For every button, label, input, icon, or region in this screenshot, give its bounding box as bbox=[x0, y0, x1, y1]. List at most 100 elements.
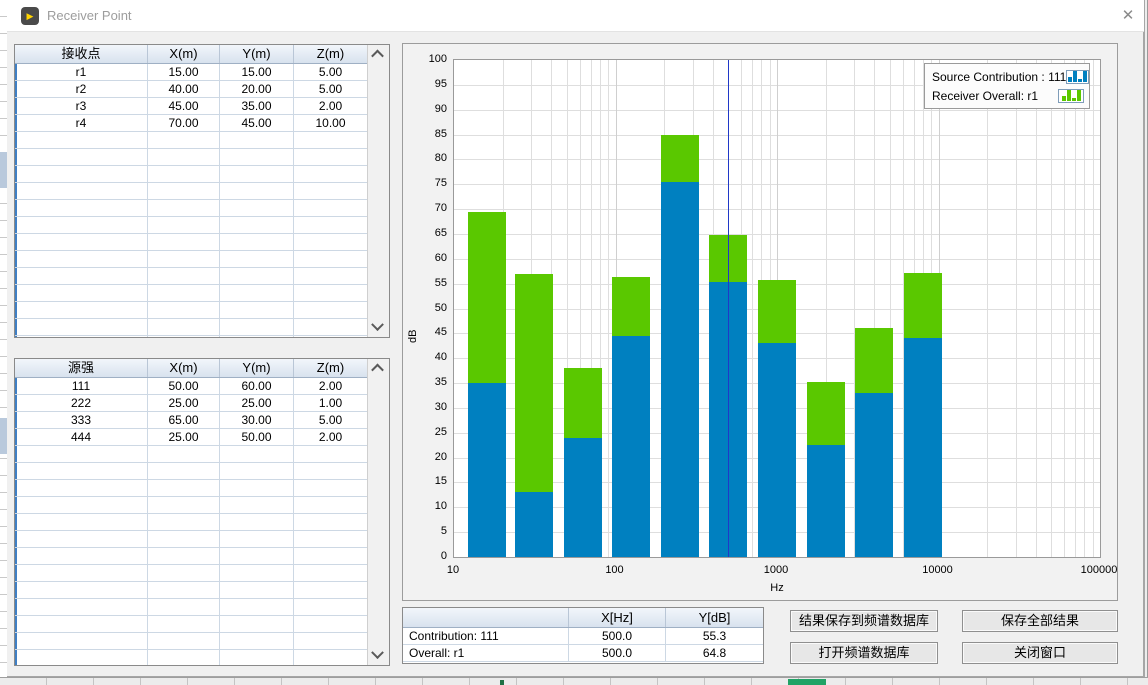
source-cell[interactable] bbox=[220, 497, 294, 513]
source-empty-row[interactable] bbox=[15, 633, 389, 650]
receiver-cell[interactable] bbox=[15, 285, 148, 301]
save-results-to-spectrum-db-button[interactable]: 结果保存到频谱数据库 bbox=[790, 610, 938, 632]
receiver-cell[interactable] bbox=[294, 234, 367, 250]
receiver-cell[interactable] bbox=[148, 183, 220, 199]
receiver-cell[interactable] bbox=[294, 285, 367, 301]
source-cell[interactable] bbox=[294, 565, 367, 581]
source-cell[interactable]: 222 bbox=[15, 395, 148, 411]
receiver-cell[interactable] bbox=[148, 285, 220, 301]
receiver-cell[interactable] bbox=[15, 268, 148, 284]
receiver-cell[interactable] bbox=[220, 200, 294, 216]
source-cell[interactable] bbox=[294, 463, 367, 479]
receiver-cell[interactable]: 40.00 bbox=[148, 81, 220, 97]
source-empty-row[interactable] bbox=[15, 565, 389, 582]
source-cell[interactable]: 444 bbox=[15, 429, 148, 445]
source-empty-row[interactable] bbox=[15, 599, 389, 616]
source-cell[interactable] bbox=[294, 514, 367, 530]
source-cell[interactable] bbox=[148, 514, 220, 530]
cursor-cell-x[interactable]: 500.0 bbox=[569, 628, 666, 644]
source-empty-row[interactable] bbox=[15, 531, 389, 548]
source-cell[interactable] bbox=[15, 565, 148, 581]
source-cell[interactable] bbox=[148, 531, 220, 547]
receiver-cell[interactable]: r1 bbox=[15, 64, 148, 80]
receiver-cell[interactable]: r4 bbox=[15, 115, 148, 131]
source-empty-row[interactable] bbox=[15, 446, 389, 463]
source-row-111[interactable]: 11150.0060.002.00 bbox=[15, 378, 389, 395]
receiver-cell[interactable] bbox=[15, 234, 148, 250]
source-cell[interactable] bbox=[294, 616, 367, 632]
source-row-333[interactable]: 33365.0030.005.00 bbox=[15, 412, 389, 429]
legend-item-receiver-overall[interactable]: Receiver Overall: r1 bbox=[925, 86, 1089, 105]
source-cell[interactable] bbox=[294, 582, 367, 598]
receiver-empty-row[interactable] bbox=[15, 183, 389, 200]
receiver-cell[interactable] bbox=[15, 183, 148, 199]
cursor-cell-name[interactable]: Overall: r1 bbox=[403, 645, 569, 661]
receiver-cell[interactable] bbox=[15, 302, 148, 318]
source-cell[interactable]: 5.00 bbox=[294, 412, 367, 428]
source-cell[interactable] bbox=[294, 497, 367, 513]
receiver-cell[interactable]: r3 bbox=[15, 98, 148, 114]
receiver-cell[interactable]: 15.00 bbox=[148, 64, 220, 80]
scroll-down-icon[interactable] bbox=[373, 651, 382, 660]
source-cell[interactable] bbox=[15, 446, 148, 462]
source-empty-row[interactable] bbox=[15, 514, 389, 531]
source-cell[interactable]: 2.00 bbox=[294, 378, 367, 394]
receiver-cell[interactable] bbox=[220, 319, 294, 335]
receiver-cell[interactable] bbox=[148, 166, 220, 182]
source-cell[interactable]: 1.00 bbox=[294, 395, 367, 411]
receiver-empty-row[interactable] bbox=[15, 285, 389, 302]
source-cell[interactable]: 50.00 bbox=[148, 378, 220, 394]
receiver-empty-row[interactable] bbox=[15, 200, 389, 217]
save-all-results-button[interactable]: 保存全部结果 bbox=[962, 610, 1118, 632]
source-cell[interactable] bbox=[15, 463, 148, 479]
source-cell[interactable] bbox=[220, 514, 294, 530]
source-cell[interactable]: 25.00 bbox=[148, 395, 220, 411]
receiver-cell[interactable] bbox=[294, 217, 367, 233]
receiver-empty-row[interactable] bbox=[15, 251, 389, 268]
source-table-scrollbar[interactable] bbox=[367, 359, 389, 665]
receiver-cell[interactable] bbox=[15, 217, 148, 233]
source-cell[interactable] bbox=[15, 480, 148, 496]
receiver-cell[interactable] bbox=[294, 268, 367, 284]
source-cell[interactable] bbox=[148, 565, 220, 581]
receiver-cell[interactable]: 5.00 bbox=[294, 81, 367, 97]
source-cell[interactable] bbox=[15, 650, 148, 666]
receiver-cell[interactable] bbox=[220, 217, 294, 233]
source-empty-row[interactable] bbox=[15, 616, 389, 633]
receiver-cell[interactable]: 70.00 bbox=[148, 115, 220, 131]
source-cell[interactable]: 2.00 bbox=[294, 429, 367, 445]
legend-item-source-contribution[interactable]: Source Contribution : 111 bbox=[925, 67, 1089, 86]
receiver-cell[interactable] bbox=[15, 319, 148, 335]
scroll-down-icon[interactable] bbox=[373, 323, 382, 332]
receiver-cell[interactable]: 20.00 bbox=[220, 81, 294, 97]
receiver-row-r4[interactable]: r470.0045.0010.00 bbox=[15, 115, 389, 132]
source-cell[interactable] bbox=[220, 446, 294, 462]
scroll-up-icon[interactable] bbox=[373, 364, 382, 373]
source-cell[interactable] bbox=[220, 480, 294, 496]
receiver-cell[interactable] bbox=[220, 251, 294, 267]
receiver-cell[interactable] bbox=[15, 166, 148, 182]
receiver-empty-row[interactable] bbox=[15, 319, 389, 336]
source-cell[interactable] bbox=[148, 616, 220, 632]
source-empty-row[interactable] bbox=[15, 650, 389, 666]
source-empty-row[interactable] bbox=[15, 548, 389, 565]
source-cell[interactable] bbox=[15, 633, 148, 649]
source-cell[interactable] bbox=[148, 548, 220, 564]
receiver-empty-row[interactable] bbox=[15, 234, 389, 251]
source-cell[interactable]: 111 bbox=[15, 378, 148, 394]
receiver-cell[interactable] bbox=[148, 336, 220, 338]
source-cell[interactable] bbox=[15, 548, 148, 564]
receiver-table-scrollbar[interactable] bbox=[367, 45, 389, 337]
receiver-cell[interactable]: 15.00 bbox=[220, 64, 294, 80]
cursor-cell-x[interactable]: 500.0 bbox=[569, 645, 666, 661]
receiver-cell[interactable]: 45.00 bbox=[220, 115, 294, 131]
source-cell[interactable] bbox=[148, 582, 220, 598]
receiver-cell[interactable]: 35.00 bbox=[220, 98, 294, 114]
receiver-cell[interactable] bbox=[294, 319, 367, 335]
cursor-cell-y[interactable]: 55.3 bbox=[666, 628, 763, 644]
receiver-cell[interactable] bbox=[220, 268, 294, 284]
receiver-cell[interactable] bbox=[220, 234, 294, 250]
cursor-cell-y[interactable]: 64.8 bbox=[666, 645, 763, 661]
source-row-444[interactable]: 44425.0050.002.00 bbox=[15, 429, 389, 446]
receiver-cell[interactable] bbox=[148, 149, 220, 165]
